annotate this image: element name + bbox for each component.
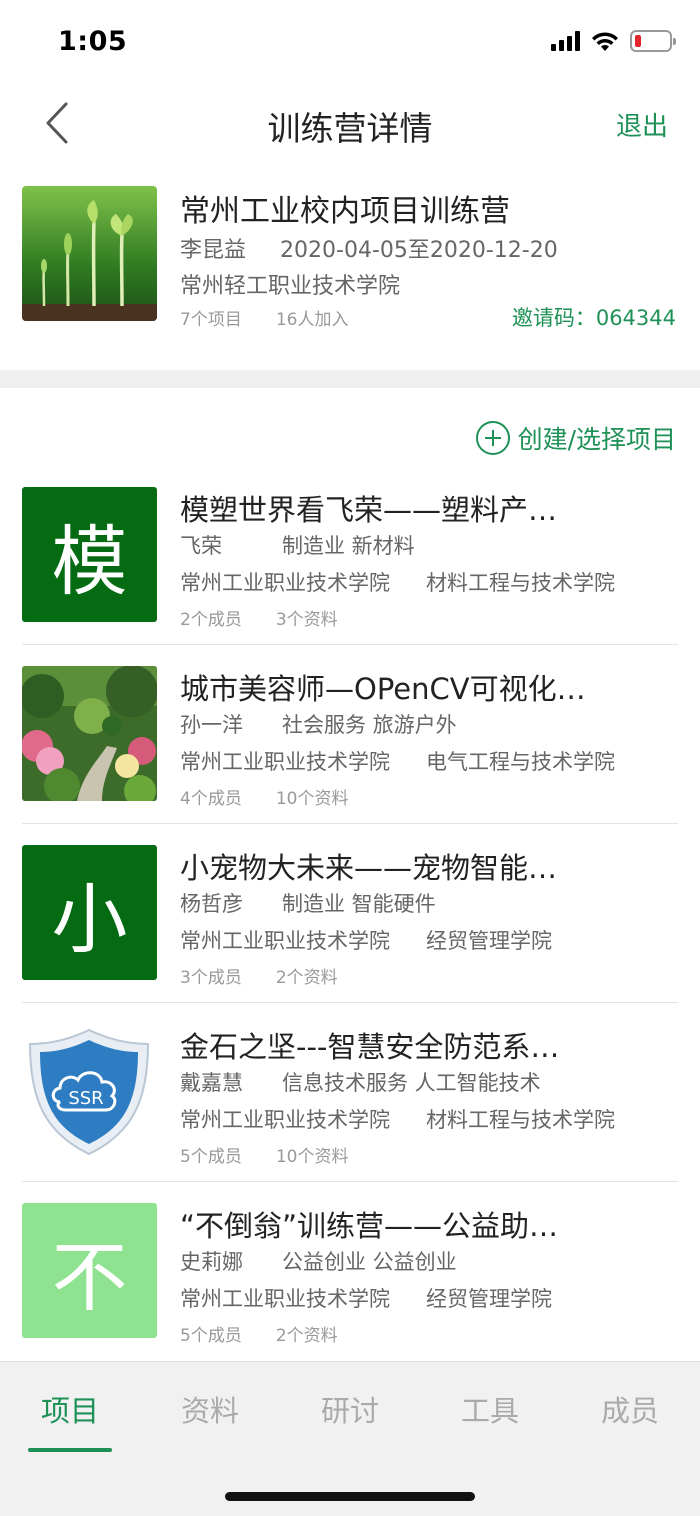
invite-code: 邀请码：064344	[511, 306, 676, 330]
project-title: 模塑世界看飞荣——塑料产…	[180, 493, 558, 527]
project-school: 常州工业职业技术学院 经贸管理学院	[180, 1283, 552, 1313]
camp-leader: 李昆益	[180, 238, 247, 263]
home-indicator[interactable]	[225, 1492, 475, 1501]
project-meta: 飞荣 制造业 新材料	[180, 530, 415, 560]
project-school: 常州工业职业技术学院 电气工程与技术学院	[180, 746, 615, 776]
project-list: 模 模塑世界看飞荣——塑料产… 飞荣 制造业 新材料 常州工业职业技术学院 材料工程…	[0, 466, 700, 1361]
doc-count: 10个资料	[275, 789, 349, 809]
doc-count: 10个资料	[275, 1147, 349, 1167]
member-count: 5个成员	[180, 1326, 242, 1346]
exit-button[interactable]: 退出	[616, 106, 668, 143]
project-thumbnail: 模	[22, 487, 157, 622]
camp-cover-image	[22, 186, 157, 321]
project-thumbnail: 小	[22, 845, 157, 980]
project-thumbnail: 不	[22, 1203, 157, 1338]
project-title: 金石之坚---智慧安全防范系…	[180, 1030, 560, 1064]
project-title: 城市美容师—OPenCV可视化…	[180, 672, 586, 706]
project-meta: 孙一洋 社会服务 旅游户外	[180, 709, 457, 739]
project-tags: 制造业 智能硬件	[282, 892, 436, 916]
list-item[interactable]: 城市美容师—OPenCV可视化… 孙一洋 社会服务 旅游户外 常州工业职业技术学院…	[0, 645, 700, 824]
active-tab-indicator	[28, 1448, 112, 1452]
tab-members[interactable]: 成员	[560, 1388, 700, 1430]
school-name: 常州工业职业技术学院	[180, 571, 390, 595]
tab-materials[interactable]: 资料	[140, 1388, 280, 1430]
wifi-icon	[592, 32, 618, 51]
project-tags: 公益创业 公益创业	[282, 1250, 457, 1274]
shield-logo-icon: SSR	[28, 1028, 150, 1156]
member-count: 2个成员	[180, 610, 242, 630]
status-time: 1:05	[58, 26, 128, 57]
list-item[interactable]: 小 小宠物大未来——宠物智能… 杨哲彦 制造业 智能硬件 常州工业职业技术学院 经贸…	[0, 824, 700, 1003]
department-name: 经贸管理学院	[426, 929, 552, 953]
create-select-project-button[interactable]: 创建/选择项目	[475, 420, 676, 456]
create-select-project-label: 创建/选择项目	[517, 425, 676, 454]
thumbnail-char: 不	[51, 1232, 128, 1322]
project-school: 常州工业职业技术学院 经贸管理学院	[180, 925, 552, 955]
garden-photo	[22, 666, 157, 801]
member-count: 4个成员	[180, 789, 242, 809]
camp-meta: 李昆益 2020-04-05至2020-12-20	[180, 232, 558, 264]
section-divider	[0, 370, 700, 388]
project-meta: 杨哲彦 制造业 智能硬件	[180, 888, 436, 918]
project-meta: 戴嘉慧 信息技术服务 人工智能技术	[180, 1067, 541, 1097]
project-tags: 社会服务 旅游户外	[282, 713, 457, 737]
school-name: 常州工业职业技术学院	[180, 1287, 390, 1311]
project-school: 常州工业职业技术学院 材料工程与技术学院	[180, 567, 615, 597]
project-stats: 3个成员 2个资料	[180, 963, 338, 988]
project-owner: 孙一洋	[180, 713, 243, 737]
list-item[interactable]: 不 “不倒翁”训练营——公益助… 史莉娜 公益创业 公益创业 常州工业职业技术学院…	[0, 1182, 700, 1361]
camp-name: 常州工业校内项目训练营	[180, 194, 510, 229]
list-item[interactable]: SSR 金石之坚---智慧安全防范系… 戴嘉慧 信息技术服务 人工智能技术 常州工…	[0, 1003, 700, 1182]
department-name: 材料工程与技术学院	[426, 571, 615, 595]
project-meta: 史莉娜 公益创业 公益创业	[180, 1246, 457, 1276]
camp-school: 常州轻工职业技术学院	[180, 274, 401, 299]
member-count: 3个成员	[180, 968, 242, 988]
doc-count: 2个资料	[275, 968, 338, 988]
department-name: 电气工程与技术学院	[426, 750, 615, 774]
project-stats: 5个成员 10个资料	[180, 1142, 348, 1167]
department-name: 材料工程与技术学院	[426, 1108, 615, 1132]
doc-count: 3个资料	[275, 610, 338, 630]
page-title: 训练营详情	[267, 109, 433, 148]
department-name: 经贸管理学院	[426, 1287, 552, 1311]
battery-icon	[630, 30, 676, 52]
logo-text: SSR	[68, 1088, 103, 1109]
camp-member-count: 16人加入	[275, 310, 349, 330]
nav-bar: 训练营详情 退出	[0, 84, 700, 164]
project-owner: 杨哲彦	[180, 892, 243, 916]
camp-date-range: 2020-04-05至2020-12-20	[280, 238, 558, 263]
plus-circle-icon	[475, 421, 510, 455]
camp-stats: 7个项目 16人加入	[180, 305, 348, 330]
project-stats: 4个成员 10个资料	[180, 784, 348, 809]
project-stats: 2个成员 3个资料	[180, 605, 338, 630]
thumbnail-char: 模	[51, 516, 128, 606]
project-owner: 戴嘉慧	[180, 1071, 243, 1095]
member-count: 5个成员	[180, 1147, 242, 1167]
project-tags: 信息技术服务 人工智能技术	[282, 1071, 541, 1095]
school-name: 常州工业职业技术学院	[180, 929, 390, 953]
tab-projects[interactable]: 项目	[0, 1388, 140, 1430]
camp-info-card: 常州工业校内项目训练营 李昆益 2020-04-05至2020-12-20 常州轻…	[0, 164, 700, 370]
tab-discussion[interactable]: 研讨	[280, 1388, 420, 1430]
status-bar: 1:05	[0, 0, 700, 84]
project-thumbnail	[22, 666, 157, 801]
project-owner: 飞荣	[180, 534, 222, 558]
project-stats: 5个成员 2个资料	[180, 1321, 338, 1346]
doc-count: 2个资料	[275, 1326, 338, 1346]
project-title: “不倒翁”训练营——公益助…	[180, 1209, 559, 1243]
school-name: 常州工业职业技术学院	[180, 1108, 390, 1132]
bottom-tab-bar: 项目 资料 研讨 工具 成员	[0, 1361, 700, 1516]
school-name: 常州工业职业技术学院	[180, 750, 390, 774]
cellular-signal-icon	[551, 31, 580, 51]
status-icons	[551, 30, 676, 52]
list-item[interactable]: 模 模塑世界看飞荣——塑料产… 飞荣 制造业 新材料 常州工业职业技术学院 材料工程…	[0, 466, 700, 645]
camp-project-count: 7个项目	[180, 310, 242, 330]
project-thumbnail: SSR	[22, 1024, 157, 1159]
tab-tools[interactable]: 工具	[420, 1388, 560, 1430]
project-school: 常州工业职业技术学院 材料工程与技术学院	[180, 1104, 615, 1134]
project-owner: 史莉娜	[180, 1250, 243, 1274]
thumbnail-char: 小	[51, 874, 128, 964]
project-tags: 制造业 新材料	[282, 534, 415, 558]
project-title: 小宠物大未来——宠物智能…	[180, 851, 558, 885]
